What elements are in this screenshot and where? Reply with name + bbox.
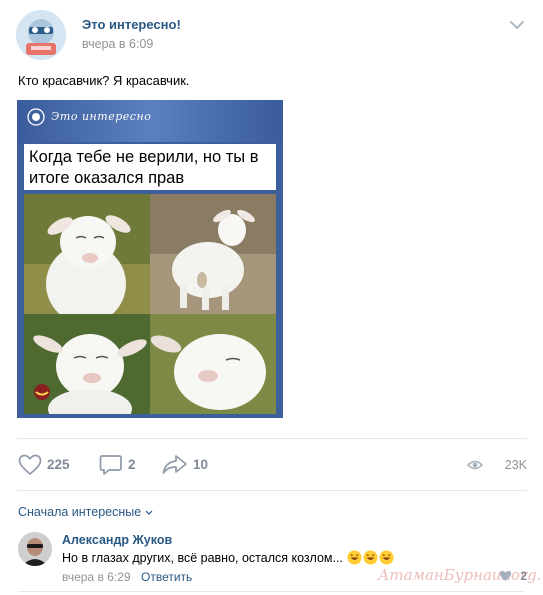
logo-icon (27, 108, 45, 126)
comment-icon (99, 455, 122, 475)
divider (17, 438, 527, 439)
laughing-emoji-icon (347, 550, 362, 565)
comment-date[interactable]: вчера в 6:29 (62, 570, 131, 584)
laughing-emoji-icon (363, 550, 378, 565)
comments-sort-dropdown[interactable]: Сначала интересные (18, 505, 141, 519)
meme-photo-grid (24, 194, 276, 414)
eye-icon (467, 460, 483, 470)
comment-author[interactable]: Александр Жуков (62, 533, 172, 547)
share-count: 10 (193, 457, 209, 472)
share-icon (162, 455, 187, 474)
post-image[interactable]: Это интересно Когда тебе не верили, но т… (17, 100, 283, 418)
post-text: Кто красавчик? Я красавчик. (18, 73, 190, 88)
comment-like-count: 2 (520, 569, 527, 583)
comment-text: Но в глазах других, всё равно, остался к… (62, 551, 343, 565)
community-name[interactable]: Это интересно! (82, 17, 181, 32)
like-button[interactable]: 225 (18, 454, 78, 476)
goat-photo-1 (24, 194, 150, 314)
divider (18, 591, 525, 592)
meme-caption-box: Когда тебе не верили, но ты в итоге оказ… (24, 144, 276, 190)
goat-photo-3 (24, 314, 150, 414)
share-button[interactable]: 10 (162, 454, 214, 476)
post-card: Это интересно! вчера в 6:09 Кто красавчи… (0, 0, 543, 595)
goat-photo-4 (150, 314, 276, 414)
chevron-down-icon[interactable] (145, 510, 153, 515)
comment-text-row: Но в глазах других, всё равно, остался к… (62, 550, 394, 565)
comment-count: 2 (128, 457, 136, 472)
comment-like-button[interactable]: 2 (497, 568, 527, 584)
comment-button[interactable]: 2 (99, 454, 143, 476)
views-count: 23K (504, 458, 527, 472)
community-avatar[interactable] (16, 10, 66, 60)
meme-watermark: Это интересно (51, 110, 152, 123)
reply-button[interactable]: Ответить (141, 570, 192, 584)
meme-caption: Когда тебе не верили, но ты в итоге оказ… (29, 148, 259, 187)
heart-icon (499, 570, 512, 581)
chevron-down-icon[interactable] (509, 18, 525, 30)
views-counter: 23K (467, 457, 527, 473)
post-date[interactable]: вчера в 6:09 (82, 37, 153, 51)
laughing-emoji-icon (379, 550, 394, 565)
goat-photo-2 (150, 194, 276, 314)
meme-header: Это интересно (17, 100, 283, 142)
heart-icon (18, 454, 42, 475)
commenter-avatar[interactable] (18, 532, 52, 566)
like-count: 225 (47, 457, 70, 472)
divider (17, 490, 527, 491)
